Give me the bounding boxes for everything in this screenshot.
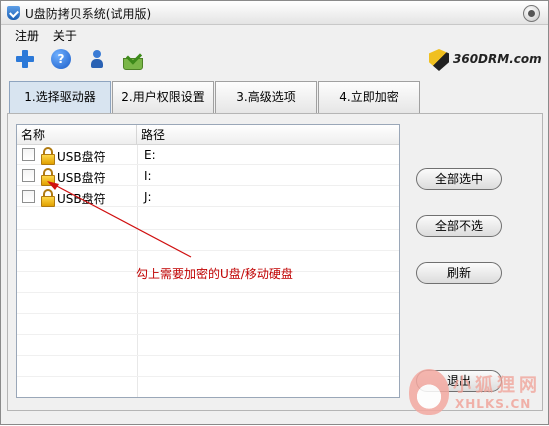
- annotation-arrow-line: [50, 182, 192, 258]
- app-window: U盘防拷贝系统(试用版) 注册 关于 ? 360DRM.com 1.选择驱动器 …: [0, 0, 549, 425]
- annotation-arrow: [47, 181, 192, 258]
- site-watermark: 小狐狸网 XHLKS.CN: [409, 369, 549, 421]
- watermark-title: 小狐狸网: [453, 375, 541, 396]
- fox-mascot-icon: [409, 369, 449, 415]
- annotation-arrow-head: [47, 181, 59, 190]
- annotation-text: 勾上需要加密的U盘/移动硬盘: [136, 267, 293, 281]
- watermark-url: XHLKS.CN: [455, 397, 532, 411]
